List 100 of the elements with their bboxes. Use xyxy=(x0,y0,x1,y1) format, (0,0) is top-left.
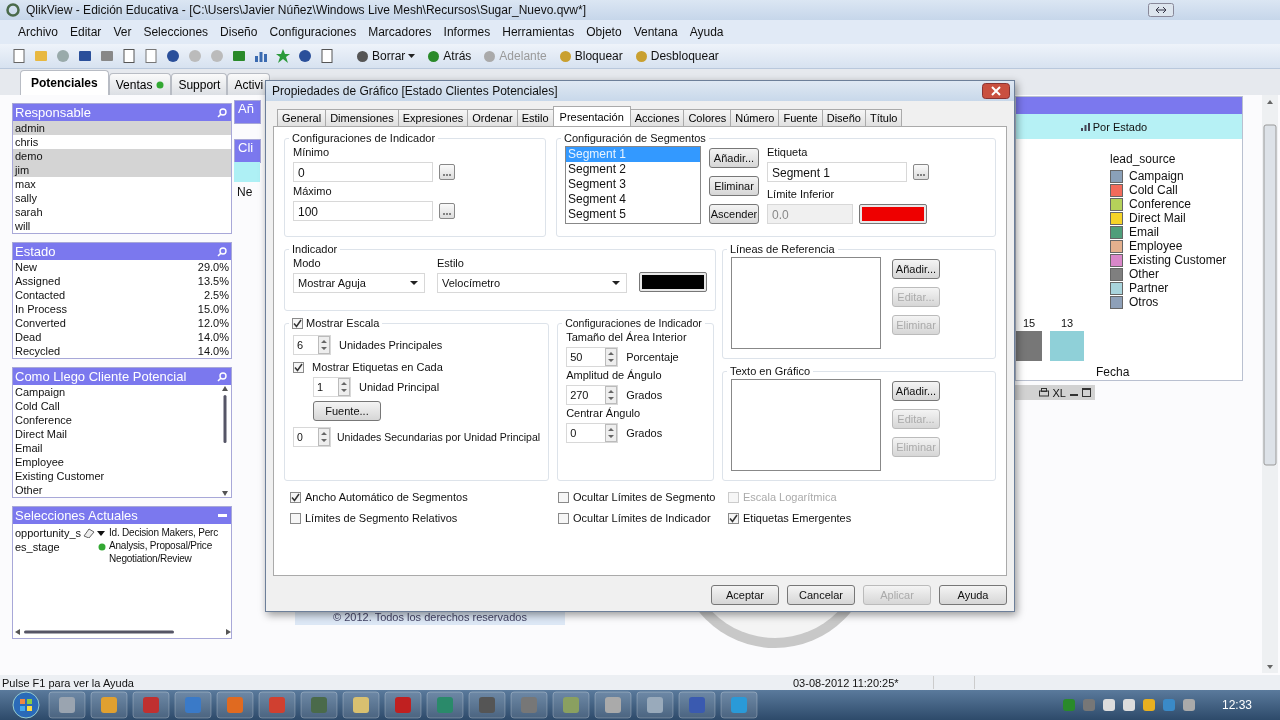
checkbox[interactable] xyxy=(290,512,301,524)
spin-field[interactable]: 270 xyxy=(566,385,619,405)
app-icon[interactable] xyxy=(342,691,380,719)
dialog-button[interactable]: Eliminar xyxy=(709,176,759,196)
dialog-button[interactable]: Ascender xyxy=(709,204,759,224)
spin-field[interactable]: 50 xyxy=(566,347,619,367)
app-icon[interactable] xyxy=(510,691,548,719)
list-item[interactable]: Converted xyxy=(15,316,66,330)
tray-icon[interactable] xyxy=(1141,698,1156,712)
toolbar-button[interactable]: Borrar xyxy=(352,49,420,63)
dialog-tab[interactable]: Expresiones xyxy=(397,109,469,126)
menu-item[interactable]: Configuraciones xyxy=(265,25,365,39)
dialog-tab[interactable]: Fuente xyxy=(778,109,823,126)
sheet-tab[interactable]: Support xyxy=(171,73,228,95)
expression-button[interactable] xyxy=(439,203,455,219)
dropdown[interactable]: Mostrar Aguja xyxy=(293,273,425,293)
list-item[interactable]: chris xyxy=(13,135,231,149)
color-button[interactable] xyxy=(639,272,707,292)
list-item[interactable]: Segment 4 xyxy=(566,192,700,207)
menu-item[interactable]: Herramientas xyxy=(498,25,583,39)
checkbox[interactable] xyxy=(558,491,569,503)
menu-item[interactable]: Marcadores xyxy=(364,25,440,39)
list-item[interactable]: Segment 3 xyxy=(566,177,700,192)
menu-item[interactable]: Editar xyxy=(66,25,110,39)
spinner-arrows-icon[interactable] xyxy=(318,336,330,354)
expression-button[interactable] xyxy=(913,164,929,180)
restore-icon[interactable] xyxy=(1148,3,1174,17)
list-item[interactable]: Direct Mail xyxy=(13,427,105,441)
menu-item[interactable]: Selecciones xyxy=(139,25,217,39)
toolbar-button[interactable]: Atrás xyxy=(423,49,476,63)
vertical-scrollbar[interactable] xyxy=(221,385,229,497)
dialog-button[interactable]: Ayuda xyxy=(939,585,1007,605)
checkbox[interactable] xyxy=(558,512,569,524)
list-item[interactable]: Campaign xyxy=(13,385,105,399)
toolbar-button[interactable]: Bloquear xyxy=(554,49,627,63)
checkbox[interactable] xyxy=(290,491,301,503)
menu-item[interactable]: Ventana xyxy=(629,25,686,39)
list-item[interactable]: admin xyxy=(13,121,231,135)
menu-item[interactable]: Diseño xyxy=(216,25,266,39)
spin-field[interactable]: 6 xyxy=(293,335,331,355)
dialog-tab[interactable]: Diseño xyxy=(821,109,866,126)
list-item[interactable]: Conference xyxy=(13,413,105,427)
menu-item[interactable]: Objeto xyxy=(582,25,630,39)
spin-field[interactable]: 1 xyxy=(313,377,351,397)
list-item[interactable]: sally xyxy=(13,191,231,205)
spinner-arrows-icon[interactable] xyxy=(605,424,618,442)
list-item[interactable]: Employee xyxy=(13,455,105,469)
dropdown[interactable]: Velocímetro xyxy=(437,273,627,293)
app-icon[interactable] xyxy=(426,691,464,719)
dialog-button[interactable]: Añadir... xyxy=(892,259,940,279)
sheet-tab[interactable]: Ventas xyxy=(108,73,172,95)
menu-item[interactable]: Ayuda xyxy=(685,25,732,39)
checkbox[interactable] xyxy=(728,512,739,524)
star-icon[interactable] xyxy=(275,48,291,64)
dialog-button[interactable]: Aceptar xyxy=(711,585,779,605)
list-item[interactable]: Contacted xyxy=(15,288,66,302)
app-icon[interactable] xyxy=(468,691,506,719)
dialog-tab[interactable]: Colores xyxy=(683,109,732,126)
app-icon[interactable] xyxy=(636,691,674,719)
list-item[interactable]: New xyxy=(15,260,37,274)
list-item[interactable]: Cold Call xyxy=(13,399,105,413)
dialog-tab[interactable]: Ordenar xyxy=(467,109,518,126)
maximize-icon[interactable] xyxy=(1082,388,1091,397)
input-field[interactable]: Segment 1 xyxy=(767,162,907,182)
dropdown-caret-icon[interactable] xyxy=(97,530,106,536)
spinner-arrows-icon[interactable] xyxy=(605,386,618,404)
list-item[interactable]: demo xyxy=(13,149,231,163)
list-item[interactable]: sarah xyxy=(13,205,231,219)
dialog-tab[interactable]: Estilo xyxy=(516,109,554,126)
app-icon[interactable] xyxy=(720,691,758,719)
app-icon[interactable] xyxy=(216,691,254,719)
tray-icon[interactable] xyxy=(1121,698,1136,712)
list-item[interactable]: Segment 5 xyxy=(566,207,700,222)
excel-export-button[interactable]: XL xyxy=(1052,386,1066,399)
list-item[interactable]: Existing Customer xyxy=(13,469,105,483)
list-item[interactable]: In Process xyxy=(15,302,67,316)
list-item[interactable]: Assigned xyxy=(15,274,61,288)
list-item[interactable]: Segment 2 xyxy=(566,162,700,177)
app-icon[interactable] xyxy=(300,691,338,719)
input-field[interactable]: 100 xyxy=(293,201,433,221)
dialog-tab[interactable]: General xyxy=(277,109,327,126)
app-icon[interactable] xyxy=(594,691,632,719)
list-item[interactable]: Recycled xyxy=(15,344,61,358)
sheet-tab[interactable]: Potenciales xyxy=(20,70,109,95)
list-item[interactable]: Email xyxy=(13,441,105,455)
dialog-tab[interactable]: Dimensiones xyxy=(325,109,399,126)
tray-icon[interactable] xyxy=(1181,698,1196,712)
toolbar-button[interactable]: Desbloquear xyxy=(630,49,723,63)
checkbox[interactable] xyxy=(292,317,303,329)
dialog-button[interactable]: Añadir... xyxy=(709,148,759,168)
app-icon[interactable] xyxy=(552,691,590,719)
dialog-tab[interactable]: Acciones xyxy=(629,109,685,126)
menu-item[interactable]: Archivo xyxy=(14,25,66,39)
dialog-tab[interactable]: Número xyxy=(730,109,780,126)
close-icon[interactable] xyxy=(982,83,1010,99)
app-icon[interactable] xyxy=(90,691,128,719)
reference-line-list[interactable] xyxy=(731,257,881,349)
menu-item[interactable]: Informes xyxy=(439,25,499,39)
app-icon[interactable] xyxy=(678,691,716,719)
list-item[interactable]: jim xyxy=(13,163,231,177)
